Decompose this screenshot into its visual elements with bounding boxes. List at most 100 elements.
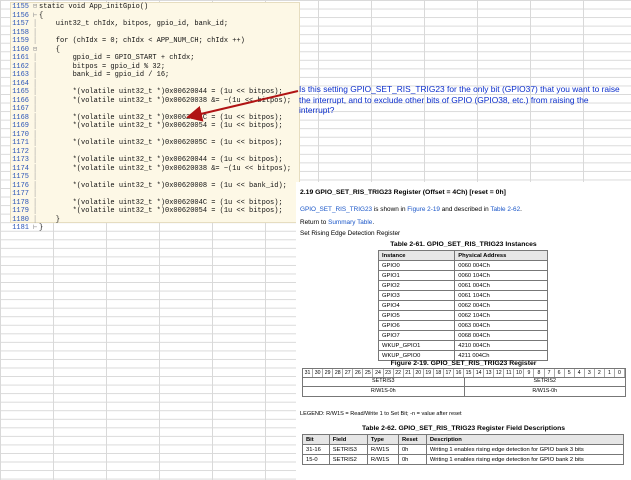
table-cell: R/W1S xyxy=(366,454,399,465)
summary-table-link[interactable]: Summary Table xyxy=(328,219,372,226)
return-paragraph: Return to Summary Table. xyxy=(300,219,374,226)
bit-number: 16 xyxy=(454,369,464,377)
bit-number: 12 xyxy=(494,369,505,377)
table-cell: 0061 004Ch xyxy=(454,280,548,291)
table-cell: Writing 1 enables rising edge detection … xyxy=(425,444,625,455)
table-row: GPIO3 0061 104Ch xyxy=(377,290,548,301)
bit-number: 7 xyxy=(545,369,555,377)
table-cell: GPIO2 xyxy=(377,280,456,291)
bit-number: 0 xyxy=(615,369,625,377)
table-cell: 15-0 xyxy=(302,454,330,465)
table-cell: GPIO4 xyxy=(377,300,456,311)
bit-number: 14 xyxy=(474,369,485,377)
register-field-names: SETRIS3 SETRIS2 xyxy=(302,377,626,387)
table-row: GPIO4 0062 004Ch xyxy=(377,300,548,311)
annotation-note: Is this setting GPIO_SET_RIS_TRIG23 for … xyxy=(299,84,620,116)
table-cell: 0h xyxy=(397,454,427,465)
column-header: Reset xyxy=(397,434,427,445)
table-cell: SETRIS2 xyxy=(328,454,368,465)
table-cell: GPIO6 xyxy=(377,320,456,331)
table-cell: 0063 004Ch xyxy=(454,320,548,331)
table-link[interactable]: Table 2-62 xyxy=(490,206,520,213)
bit-number: 10 xyxy=(514,369,525,377)
table-cell: WKUP_GPIO1 xyxy=(377,340,456,351)
table-cell: SETRIS3 xyxy=(328,444,368,455)
fields-table-caption: Table 2-62. GPIO_SET_RIS_TRIG23 Register… xyxy=(361,425,566,432)
bit-number: 2 xyxy=(595,369,605,377)
table-row: GPIO6 0063 004Ch xyxy=(377,320,548,331)
instances-table-caption: Table 2-61. GPIO_SET_RIS_TRIG23 Instance… xyxy=(390,241,537,248)
register-field-access: R/W1S-0h R/W1S-0h xyxy=(302,387,626,397)
bit-number: 18 xyxy=(434,369,444,377)
table-cell: 0060 104Ch xyxy=(454,270,548,281)
table-cell: 4210 004Ch xyxy=(454,340,548,351)
bit-number: 9 xyxy=(524,369,535,377)
bit-number: 22 xyxy=(394,369,404,377)
bit-number: 23 xyxy=(384,369,394,377)
bit-number: 29 xyxy=(323,369,334,377)
table-row: WKUP_GPIO0 4211 004Ch xyxy=(377,350,548,361)
table-cell: 0062 004Ch xyxy=(454,300,548,311)
bit-number: 24 xyxy=(373,369,384,377)
intro-text-1: is shown in xyxy=(372,206,408,213)
table-cell: 31-16 xyxy=(302,444,330,455)
table-cell: Writing 1 enables rising edge detection … xyxy=(425,454,625,465)
column-header: Bit xyxy=(302,434,330,445)
table-row: 15-0 SETRIS2 R/W1S 0h Writing 1 enables risi… xyxy=(302,454,625,465)
register-link[interactable]: GPIO_SET_RIS_TRIG23 xyxy=(300,206,372,213)
bit-number: 13 xyxy=(484,369,495,377)
table-row: GPIO5 0062 104Ch xyxy=(377,310,548,321)
table-cell: GPIO0 xyxy=(377,260,456,271)
table-cell: 0060 004Ch xyxy=(454,260,548,271)
table-cell: R/W1S xyxy=(366,444,399,455)
fields-table: Bit Field Type Reset Description 31-16 SETRIS… xyxy=(302,434,625,465)
table-row: GPIO7 0068 004Ch xyxy=(377,330,548,341)
table-cell: GPIO5 xyxy=(377,310,456,321)
column-header: Field xyxy=(328,434,368,445)
bit-number: 5 xyxy=(565,369,575,377)
bit-number: 17 xyxy=(444,369,454,377)
field-name-low: SETRIS2 xyxy=(533,378,556,384)
intro-text-2: and described in xyxy=(439,206,491,213)
table-cell: WKUP_GPIO0 xyxy=(377,350,456,361)
table-cell: GPIO7 xyxy=(377,330,456,341)
return-text: Return to xyxy=(300,219,329,226)
intro-text-3: . xyxy=(520,206,522,213)
section-heading: 2.19 GPIO_SET_RIS_TRIG23 Register (Offse… xyxy=(300,189,506,196)
table-row: GPIO2 0061 004Ch xyxy=(377,280,548,291)
figure-link[interactable]: Figure 2-19 xyxy=(407,206,440,213)
bit-number: 15 xyxy=(464,369,475,377)
column-header: Description xyxy=(425,434,625,445)
table-cell: GPIO3 xyxy=(377,290,456,301)
bit-number: 11 xyxy=(504,369,515,377)
field-name-high: SETRIS3 xyxy=(303,377,465,386)
bit-number: 1 xyxy=(605,369,615,377)
bit-number: 28 xyxy=(333,369,344,377)
register-figure-caption: Figure 2-19. GPIO_SET_RIS_TRIG23 Registe… xyxy=(390,360,537,367)
table-cell: 0h xyxy=(397,444,427,455)
document-region: 2.19 GPIO_SET_RIS_TRIG23 Register (Offse… xyxy=(296,182,631,480)
column-header: Instance xyxy=(377,250,456,261)
instances-table: Instance Physical Address GPIO0 0060 004Ch… xyxy=(377,250,548,361)
bit-number: 8 xyxy=(534,369,545,377)
bit-number: 19 xyxy=(424,369,434,377)
bit-number: 3 xyxy=(585,369,595,377)
bit-number: 4 xyxy=(575,369,585,377)
table-row: WKUP_GPIO1 4210 004Ch xyxy=(377,340,548,351)
table-cell: 0061 104Ch xyxy=(454,290,548,301)
register-description: Set Rising Edge Detection Register xyxy=(300,230,401,237)
column-header: Type xyxy=(366,434,399,445)
field-access-low: R/W1S-0h xyxy=(532,388,558,394)
bit-number: 20 xyxy=(414,369,424,377)
bit-number: 26 xyxy=(353,369,364,377)
column-header: Physical Address xyxy=(454,250,548,261)
table-cell: 4211 004Ch xyxy=(454,350,548,361)
table-row: GPIO1 0060 104Ch xyxy=(377,270,548,281)
field-access-high: R/W1S-0h xyxy=(303,387,465,396)
table-cell: GPIO1 xyxy=(377,270,456,281)
return-text-end: . xyxy=(372,219,375,226)
bit-number: 21 xyxy=(404,369,414,377)
table-cell: 0062 104Ch xyxy=(454,310,548,321)
bit-number: 27 xyxy=(343,369,354,377)
bit-number: 25 xyxy=(363,369,374,377)
